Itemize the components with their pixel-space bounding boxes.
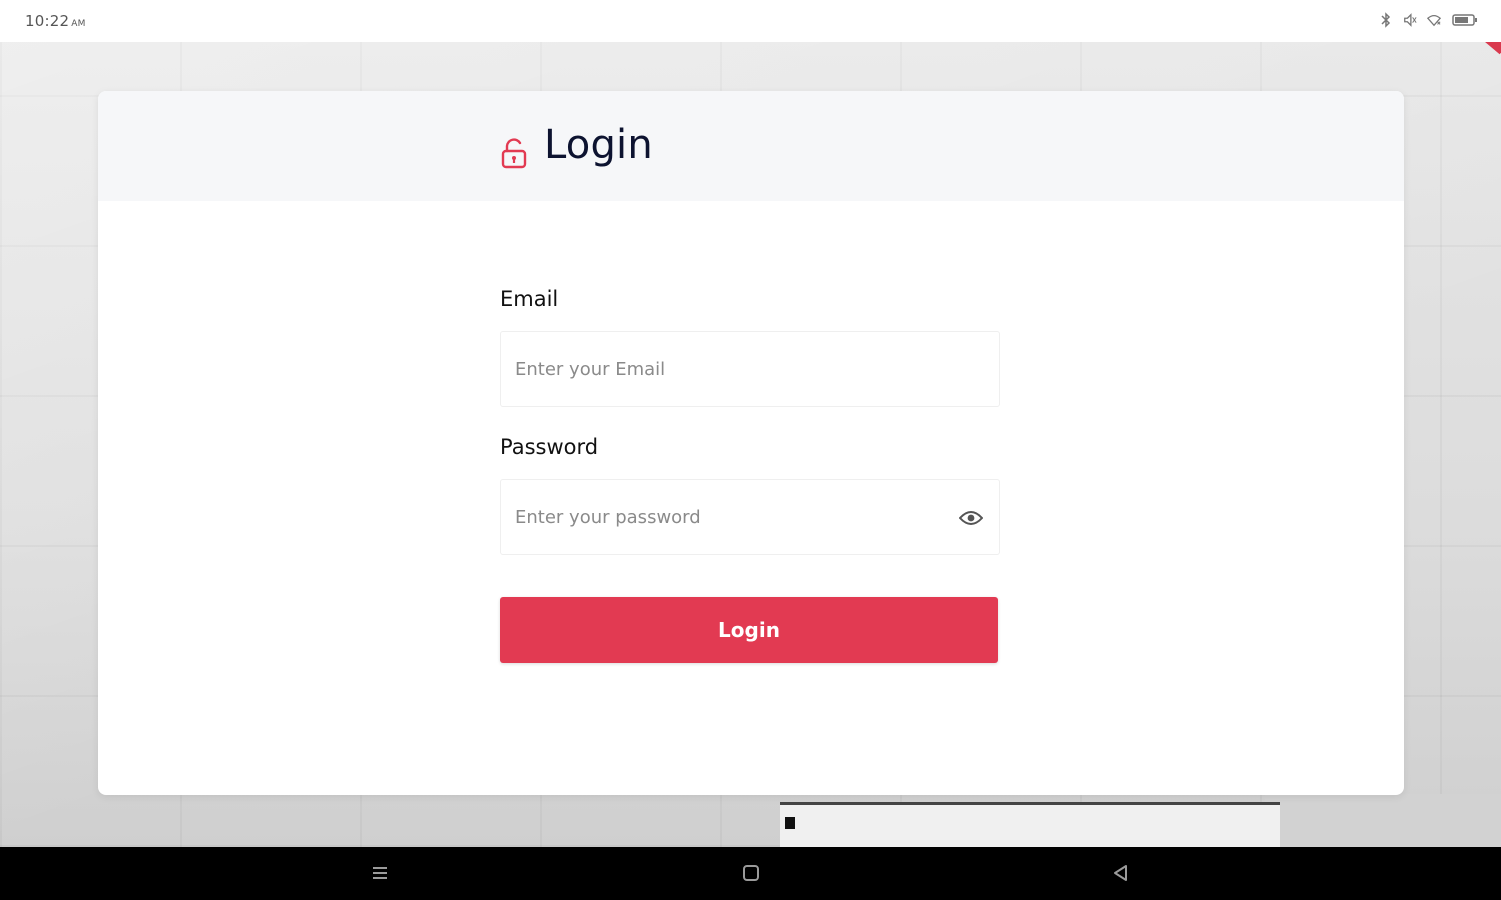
login-button[interactable]: Login xyxy=(500,597,998,663)
status-time-ampm: AM xyxy=(71,19,86,29)
home-icon[interactable] xyxy=(739,861,763,885)
card-title-group: Login xyxy=(500,121,653,169)
password-label: Password xyxy=(500,435,599,459)
battery-icon xyxy=(1451,11,1479,29)
password-field[interactable] xyxy=(501,480,999,554)
email-label: Email xyxy=(500,287,559,311)
show-password-eye-icon[interactable] xyxy=(959,507,983,529)
status-bar: 10:22 AM xyxy=(0,0,1501,42)
card-header: Login xyxy=(98,91,1404,201)
back-icon[interactable] xyxy=(1109,861,1133,885)
volume-icon xyxy=(1403,11,1417,29)
background-post xyxy=(785,817,795,829)
background-ledge xyxy=(780,802,1280,847)
login-form: Email Password Login xyxy=(500,287,1000,663)
login-card: Login Email Password Login xyxy=(98,91,1404,795)
password-field-box[interactable] xyxy=(500,479,1000,555)
email-field-box[interactable] xyxy=(500,331,1000,407)
background-wall xyxy=(1265,794,1501,847)
status-time-value: 10:22 xyxy=(25,12,70,30)
navigation-bar xyxy=(0,847,1501,900)
email-field[interactable] xyxy=(501,332,999,406)
recents-icon[interactable] xyxy=(368,861,392,885)
wifi-icon xyxy=(1427,11,1441,29)
bluetooth-icon xyxy=(1379,11,1393,29)
status-icons xyxy=(1379,11,1479,29)
status-time: 10:22 AM xyxy=(25,12,86,30)
lock-icon xyxy=(500,131,530,169)
page-title: Login xyxy=(544,122,653,168)
background-accent-stripe xyxy=(1476,42,1501,55)
